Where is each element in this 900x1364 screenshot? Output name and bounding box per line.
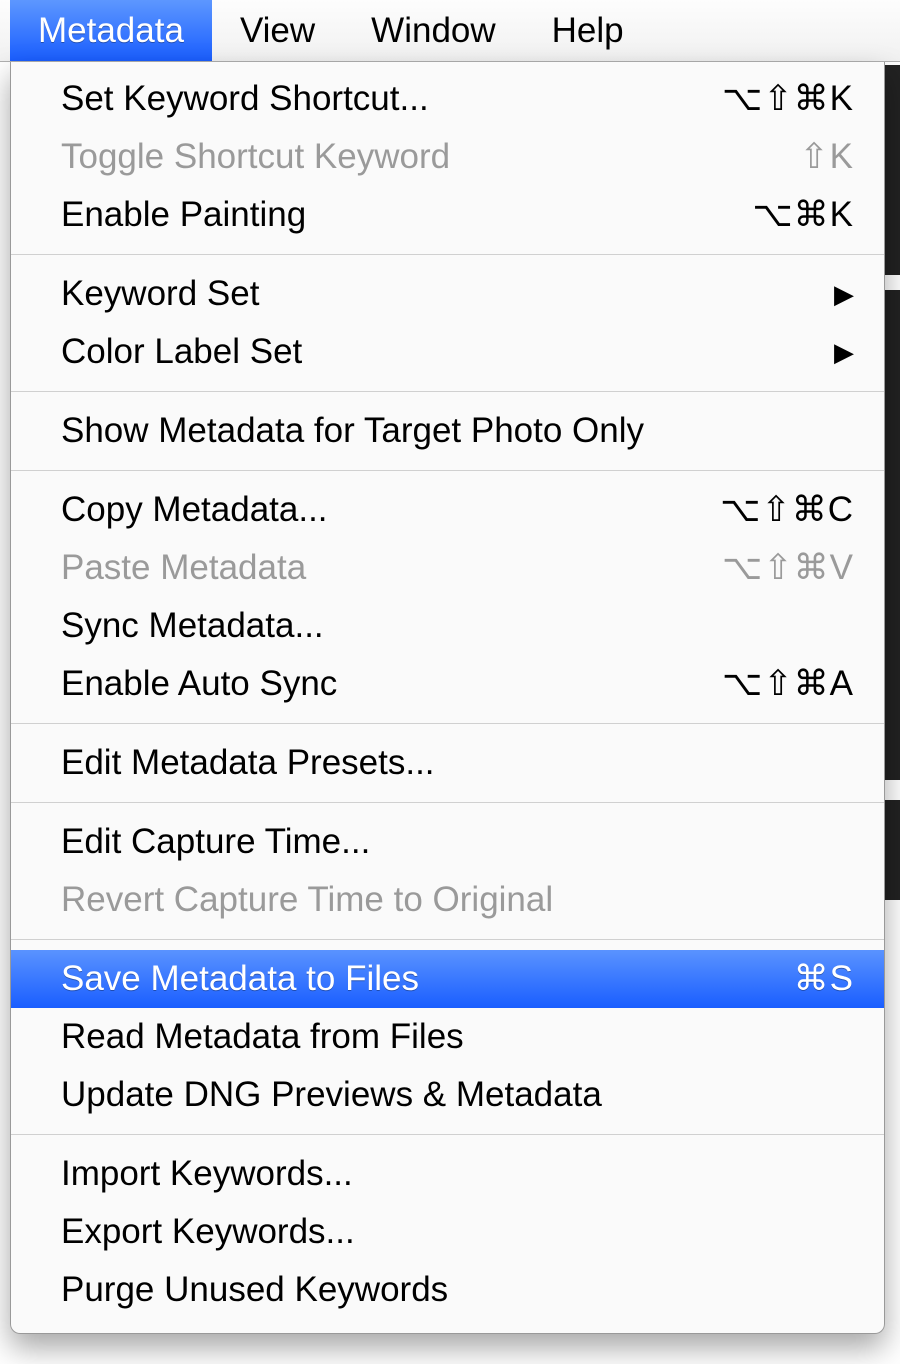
menu-item-toggle-shortcut-keyword: Toggle Shortcut Keyword ⇧K [11,128,884,186]
menu-item-label: Import Keywords... [61,1149,854,1199]
menu-item-label: Enable Painting [61,190,732,240]
menu-item-shortcut: ⌥⌘K [752,190,854,240]
menu-item-label: Update DNG Previews & Metadata [61,1070,854,1120]
menu-item-shortcut: ⌘S [794,954,854,1004]
menu-item-keyword-set[interactable]: Keyword Set ▶ [11,265,884,323]
menu-separator [11,391,884,392]
menu-item-purge-unused-keywords[interactable]: Purge Unused Keywords [11,1261,884,1319]
menu-item-shortcut: ⌥⇧⌘A [722,659,854,709]
menu-item-label: Edit Metadata Presets... [61,738,854,788]
menu-separator [11,254,884,255]
background-strip [885,65,900,275]
menu-item-shortcut: ⌥⇧⌘K [722,74,854,124]
menu-item-label: Set Keyword Shortcut... [61,74,702,124]
menubar-label: Help [552,11,624,51]
menu-item-label: Sync Metadata... [61,601,854,651]
menu-item-update-dng-previews[interactable]: Update DNG Previews & Metadata [11,1066,884,1124]
menu-item-copy-metadata[interactable]: Copy Metadata... ⌥⇧⌘C [11,481,884,539]
menu-item-label: Save Metadata to Files [61,954,774,1004]
menu-item-enable-auto-sync[interactable]: Enable Auto Sync ⌥⇧⌘A [11,655,884,713]
menu-item-label: Edit Capture Time... [61,817,854,867]
menu-item-label: Color Label Set [61,327,814,377]
menu-item-label: Show Metadata for Target Photo Only [61,406,854,456]
menu-item-label: Paste Metadata [61,543,702,593]
menu-item-edit-metadata-presets[interactable]: Edit Metadata Presets... [11,734,884,792]
menu-item-show-metadata-target-photo[interactable]: Show Metadata for Target Photo Only [11,402,884,460]
menu-item-edit-capture-time[interactable]: Edit Capture Time... [11,813,884,871]
background-strip [885,800,900,900]
menu-item-label: Toggle Shortcut Keyword [61,132,779,182]
menu-item-label: Enable Auto Sync [61,659,702,709]
background-strip [885,290,900,780]
menu-separator [11,939,884,940]
menubar: Metadata View Window Help [0,0,900,62]
menu-item-paste-metadata: Paste Metadata ⌥⇧⌘V [11,539,884,597]
menu-separator [11,1134,884,1135]
menu-item-label: Export Keywords... [61,1207,854,1257]
menu-item-enable-painting[interactable]: Enable Painting ⌥⌘K [11,186,884,244]
menu-item-color-label-set[interactable]: Color Label Set ▶ [11,323,884,381]
menu-item-read-metadata-from-files[interactable]: Read Metadata from Files [11,1008,884,1066]
menu-item-set-keyword-shortcut[interactable]: Set Keyword Shortcut... ⌥⇧⌘K [11,70,884,128]
menu-item-export-keywords[interactable]: Export Keywords... [11,1203,884,1261]
menu-item-label: Copy Metadata... [61,485,700,535]
menu-item-label: Purge Unused Keywords [61,1265,854,1315]
submenu-arrow-icon: ▶ [834,269,854,319]
menu-item-revert-capture-time: Revert Capture Time to Original [11,871,884,929]
menu-separator [11,802,884,803]
menubar-item-metadata[interactable]: Metadata [10,0,212,61]
menu-item-save-metadata-to-files[interactable]: Save Metadata to Files ⌘S [11,950,884,1008]
menu-item-label: Keyword Set [61,269,814,319]
menu-item-import-keywords[interactable]: Import Keywords... [11,1145,884,1203]
menu-item-shortcut: ⇧K [799,132,854,182]
menubar-item-window[interactable]: Window [343,0,523,61]
submenu-arrow-icon: ▶ [834,327,854,377]
menu-item-label: Revert Capture Time to Original [61,875,854,925]
menubar-label: Window [371,11,495,51]
menu-item-label: Read Metadata from Files [61,1012,854,1062]
menu-item-shortcut: ⌥⇧⌘V [722,543,854,593]
menubar-label: Metadata [38,11,184,51]
metadata-dropdown-menu: Set Keyword Shortcut...⌥⇧⌘KToggle Shortc… [10,62,885,1334]
menu-item-sync-metadata[interactable]: Sync Metadata... [11,597,884,655]
menubar-item-help[interactable]: Help [524,0,652,61]
menu-separator [11,723,884,724]
menubar-label: View [240,11,315,51]
menu-separator [11,470,884,471]
menubar-item-view[interactable]: View [212,0,343,61]
menu-item-shortcut: ⌥⇧⌘C [720,485,854,535]
